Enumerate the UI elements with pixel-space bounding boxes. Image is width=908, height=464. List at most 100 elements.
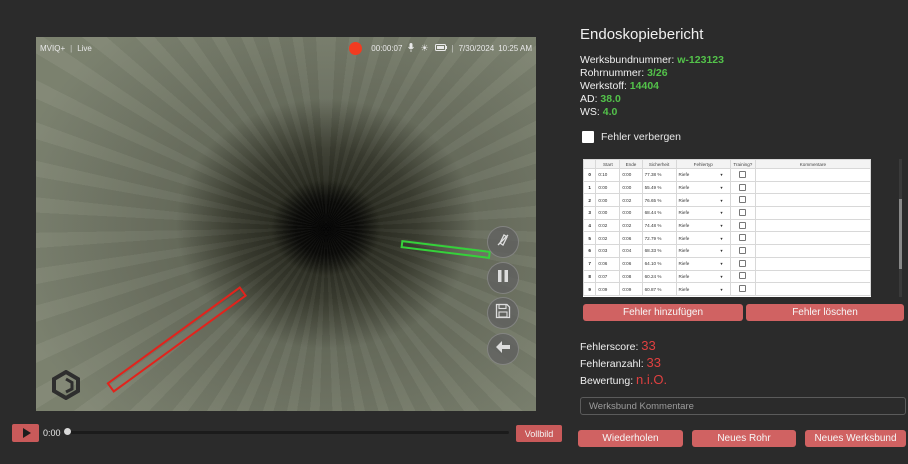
cell-start[interactable]: 0:07: [595, 269, 621, 284]
training-checkbox[interactable]: [739, 259, 747, 267]
training-checkbox[interactable]: [739, 208, 747, 216]
cell-comment[interactable]: [754, 206, 871, 220]
hide-errors-row[interactable]: Fehler verbergen: [582, 131, 681, 143]
cell-start[interactable]: 0:10: [595, 168, 621, 182]
cell-comment[interactable]: [754, 282, 871, 296]
cell-training[interactable]: [729, 218, 756, 233]
table-row[interactable]: 9 0:09 0:09 60.87 % Riefe ▾: [583, 282, 871, 296]
cell-start[interactable]: 0:09: [595, 282, 621, 296]
cell-end[interactable]: 0:00: [619, 206, 643, 220]
cell-type[interactable]: Riefe ▾: [675, 282, 731, 296]
column-header-confidence[interactable]: Sicherheit: [641, 159, 677, 169]
training-checkbox[interactable]: [739, 183, 747, 191]
table-scrollbar[interactable]: [899, 159, 902, 297]
cell-start[interactable]: 0:00: [595, 180, 621, 195]
cell-type[interactable]: Riefe ▾: [675, 168, 731, 182]
cell-training[interactable]: [729, 231, 756, 246]
new-pipe-button[interactable]: Neues Rohr: [692, 430, 796, 447]
table-row[interactable]: 5 0:02 0:06 72.79 % Riefe ▾: [583, 231, 871, 246]
repeat-button[interactable]: Wiederholen: [578, 430, 683, 447]
cell-start[interactable]: 0:02: [595, 218, 621, 233]
back-button[interactable]: [487, 333, 519, 365]
cell-type[interactable]: Riefe ▾: [675, 244, 731, 258]
hide-errors-checkbox[interactable]: [582, 131, 594, 143]
training-checkbox[interactable]: [739, 234, 747, 242]
cell-end[interactable]: 0:08: [619, 269, 643, 284]
cell-start[interactable]: 0:00: [595, 206, 621, 220]
training-checkbox[interactable]: [739, 196, 747, 204]
light-off-button[interactable]: [487, 226, 519, 258]
cell-end[interactable]: 0:06: [619, 231, 643, 246]
type-select[interactable]: Riefe ▾: [679, 287, 723, 292]
cell-start[interactable]: 0:06: [595, 256, 621, 271]
cell-start[interactable]: 0:00: [595, 193, 621, 208]
cell-training[interactable]: [729, 282, 756, 296]
cell-type[interactable]: Riefe ▾: [675, 256, 731, 271]
cell-type[interactable]: Riefe ▾: [675, 206, 731, 220]
playback-track[interactable]: [66, 431, 509, 434]
cell-comment[interactable]: [754, 218, 871, 233]
cell-end[interactable]: 0:04: [619, 244, 643, 258]
cell-end[interactable]: 0:02: [619, 193, 643, 208]
fullscreen-button[interactable]: Vollbild: [516, 425, 562, 442]
column-header-comments[interactable]: Kommentare: [754, 159, 871, 169]
cell-end[interactable]: 0:00: [619, 180, 643, 195]
column-header-end[interactable]: Ende: [619, 159, 643, 169]
table-row[interactable]: 4 0:02 0:02 74.48 % Riefe ▾: [583, 218, 871, 233]
training-checkbox[interactable]: [739, 170, 747, 178]
add-error-button[interactable]: Fehler hinzufügen: [583, 304, 743, 321]
training-checkbox[interactable]: [739, 272, 747, 280]
table-row[interactable]: 1 0:00 0:00 55.49 % Riefe ▾: [583, 180, 871, 195]
cell-training[interactable]: [729, 269, 756, 284]
bundle-comment-input[interactable]: Werksbund Kommentare: [580, 397, 906, 415]
table-row[interactable]: 3 0:00 0:00 68.44 % Riefe ▾: [583, 206, 871, 220]
defect-table[interactable]: Start Ende Sicherheit Fehlertyp Training…: [583, 159, 871, 297]
cell-comment[interactable]: [754, 193, 871, 208]
type-select[interactable]: Riefe ▾: [679, 185, 723, 190]
cell-training[interactable]: [729, 193, 756, 208]
cell-training[interactable]: [729, 168, 756, 182]
cell-start[interactable]: 0:03: [595, 244, 621, 258]
column-header-type[interactable]: Fehlertyp: [675, 159, 731, 169]
type-select[interactable]: Riefe ▾: [679, 236, 723, 241]
save-button[interactable]: [487, 297, 519, 329]
table-row[interactable]: 8 0:07 0:08 60.24 % Riefe ▾: [583, 269, 871, 284]
cell-training[interactable]: [729, 256, 756, 271]
column-header-start[interactable]: Start: [595, 159, 621, 169]
cell-end[interactable]: 0:02: [619, 218, 643, 233]
table-row[interactable]: 7 0:06 0:06 64.10 % Riefe ▾: [583, 256, 871, 271]
cell-type[interactable]: Riefe ▾: [675, 218, 731, 233]
type-select[interactable]: Riefe ▾: [679, 248, 723, 253]
cell-comment[interactable]: [754, 168, 871, 182]
type-select[interactable]: Riefe ▾: [679, 261, 723, 266]
cell-type[interactable]: Riefe ▾: [675, 193, 731, 208]
cell-comment[interactable]: [754, 180, 871, 195]
table-row[interactable]: 2 0:00 0:02 76.65 % Riefe ▾: [583, 193, 871, 208]
cell-type[interactable]: Riefe ▾: [675, 231, 731, 246]
playback-knob[interactable]: [64, 428, 71, 435]
pause-button[interactable]: [487, 262, 519, 294]
type-select[interactable]: Riefe ▾: [679, 210, 723, 215]
play-button[interactable]: [12, 424, 39, 442]
table-row[interactable]: 6 0:03 0:04 68.33 % Riefe ▾: [583, 244, 871, 258]
training-checkbox[interactable]: [739, 246, 747, 254]
cell-start[interactable]: 0:02: [595, 231, 621, 246]
cell-type[interactable]: Riefe ▾: [675, 269, 731, 284]
cell-training[interactable]: [729, 244, 756, 258]
training-checkbox[interactable]: [739, 285, 747, 293]
type-select[interactable]: Riefe ▾: [679, 172, 723, 177]
column-header-training[interactable]: Training?: [729, 159, 756, 169]
cell-type[interactable]: Riefe ▾: [675, 180, 731, 195]
type-select[interactable]: Riefe ▾: [679, 274, 723, 279]
training-checkbox[interactable]: [739, 221, 747, 229]
cell-training[interactable]: [729, 180, 756, 195]
cell-training[interactable]: [729, 206, 756, 220]
cell-comment[interactable]: [754, 256, 871, 271]
type-select[interactable]: Riefe ▾: [679, 198, 723, 203]
table-row[interactable]: 0 0:10 0:00 77.38 % Riefe ▾: [583, 168, 871, 182]
type-select[interactable]: Riefe ▾: [679, 223, 723, 228]
delete-error-button[interactable]: Fehler löschen: [746, 304, 904, 321]
cell-comment[interactable]: [754, 269, 871, 284]
cell-end[interactable]: 0:00: [619, 168, 643, 182]
cell-end[interactable]: 0:09: [619, 282, 643, 296]
